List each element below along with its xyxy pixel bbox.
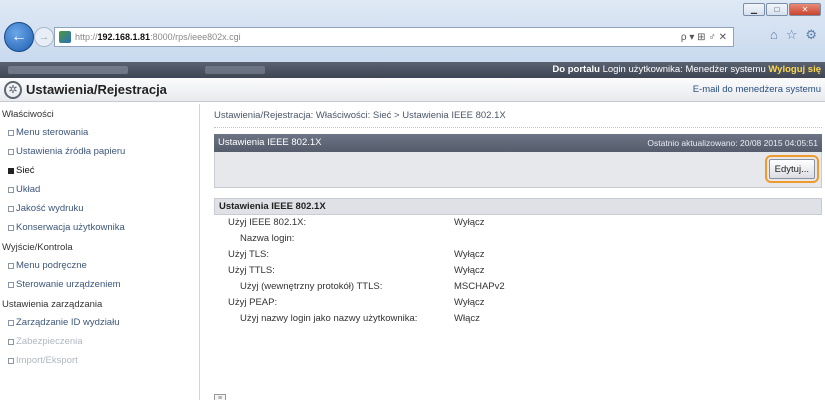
sidebar-group-ustawienia-zarzadzania: Ustawienia zarządzania: [2, 299, 103, 310]
portal-bar: Do portalu Login użytkownika: Menedżer s…: [0, 62, 825, 78]
login-user-label: Login użytkownika: Menedżer systemu: [602, 64, 766, 75]
sidebar-item-zarzadzanie-id[interactable]: Zarządzanie ID wydziału: [0, 313, 199, 332]
device-name-blurred: [8, 66, 128, 74]
setting-row: Użyj nazwy login jako nazwy użytkownika:…: [228, 311, 822, 327]
browser-chrome: ▁ □ ✕ ← → http://192.168.1.81:8000/rps/i…: [0, 0, 825, 62]
address-tools[interactable]: ρ ▾ ⊞ ♂ ✕: [554, 27, 734, 47]
site-icon: [59, 31, 71, 43]
panel-title: Ustawienia IEEE 802.1X: [218, 137, 322, 148]
panel-toolbar: Edytuj...: [214, 152, 822, 188]
setting-value: Włącz: [454, 313, 480, 324]
setting-row: Użyj TTLS: Wyłącz: [228, 263, 822, 279]
sidebar-item-import-eksport[interactable]: Import/Eksport: [0, 351, 199, 370]
sidebar-item-menu-podreczne[interactable]: Menu podręczne: [0, 256, 199, 275]
setting-label: Użyj nazwy login jako nazwy użytkownika:: [240, 313, 418, 324]
setting-label: Użyj IEEE 802.1X:: [228, 217, 307, 228]
main-content: Ustawienia/Rejestracja: Właściwości: Sie…: [214, 104, 822, 400]
sidebar: Właściwości Menu sterowania Ustawienia ź…: [0, 104, 200, 400]
sidebar-item-uklad[interactable]: Układ: [0, 180, 199, 199]
logout-link[interactable]: Wyloguj się: [768, 64, 821, 75]
window-controls: ▁ □ ✕: [743, 3, 821, 16]
sidebar-item-menu-sterowania[interactable]: Menu sterowania: [0, 123, 199, 142]
page-title: Ustawienia/Rejestracja: [26, 82, 167, 97]
setting-row: Użyj IEEE 802.1X: Wyłącz: [228, 215, 822, 231]
browser-toolbar-icons: ⌂ ☆ ⚙: [770, 27, 817, 43]
setting-value: Wyłącz: [454, 217, 485, 228]
sidebar-group-wlasciwosci: Właściwości: [2, 109, 54, 120]
address-bar[interactable]: http://192.168.1.81:8000/rps/ieee802x.cg…: [54, 27, 554, 47]
setting-row: Użyj TLS: Wyłącz: [228, 247, 822, 263]
sidebar-item-sterowanie-urzadzeniem[interactable]: Sterowanie urządzeniem: [0, 275, 199, 294]
sidebar-item-zrodlo-papieru[interactable]: Ustawienia źródła papieru: [0, 142, 199, 161]
forward-button[interactable]: →: [34, 27, 54, 47]
edit-button[interactable]: Edytuj...: [768, 159, 815, 179]
portal-user-area: Do portalu Login użytkownika: Menedżer s…: [552, 62, 821, 78]
section-header: Ustawienia IEEE 802.1X: [214, 198, 822, 215]
search-refresh-stop-icons[interactable]: ρ ▾ ⊞ ♂ ✕: [681, 32, 727, 43]
sidebar-group-wyjscie-kontrola: Wyjście/Kontrola: [2, 242, 73, 253]
star-icon[interactable]: ☆: [786, 27, 798, 43]
page-header: ✲ Ustawienia/Rejestracja E-mail do mened…: [0, 78, 825, 102]
setting-row: Nazwa login:: [228, 231, 822, 247]
url-text: http://192.168.1.81:8000/rps/ieee802x.cg…: [75, 32, 241, 42]
product-name-blurred: [205, 66, 265, 74]
breadcrumb: Ustawienia/Rejestracja: Właściwości: Sie…: [214, 104, 822, 128]
mail-admin-link[interactable]: E-mail do menedżera systemu: [693, 84, 821, 95]
settings-gear-icon: ✲: [4, 81, 22, 99]
edit-button-highlight: Edytuj...: [764, 155, 819, 183]
sidebar-item-jakosc-wydruku[interactable]: Jakość wydruku: [0, 199, 199, 218]
setting-label: Użyj TLS:: [228, 249, 270, 260]
setting-row: Użyj PEAP: Wyłącz: [228, 295, 822, 311]
last-updated: Ostatnio aktualizowano: 20/08 2015 04:05…: [647, 138, 818, 148]
setting-label: Użyj PEAP:: [228, 297, 278, 308]
panel-header: Ustawienia IEEE 802.1X Ostatnio aktualiz…: [214, 134, 822, 152]
setting-row: Użyj (wewnętrzny protokół) TTLS: MSCHAPv…: [228, 279, 822, 295]
setting-label: Użyj (wewnętrzny protokół) TTLS:: [240, 281, 383, 292]
setting-value: Wyłącz: [454, 249, 485, 260]
setting-value: Wyłącz: [454, 265, 485, 276]
sidebar-item-siec[interactable]: Sieć: [0, 161, 199, 180]
setting-label: Użyj TTLS:: [228, 265, 275, 276]
close-window-button[interactable]: ✕: [789, 3, 821, 16]
settings-list: Użyj IEEE 802.1X: Wyłącz Nazwa login: Uż…: [214, 215, 822, 327]
page-top-icon[interactable]: ≡: [214, 394, 226, 400]
to-portal-link[interactable]: Do portalu: [552, 64, 600, 75]
minimize-button[interactable]: ▁: [743, 3, 765, 16]
back-button[interactable]: ←: [4, 22, 34, 52]
setting-value: MSCHAPv2: [454, 281, 505, 292]
sidebar-item-zabezpieczenia[interactable]: Zabezpieczenia: [0, 332, 199, 351]
gear-icon[interactable]: ⚙: [805, 27, 817, 43]
home-icon[interactable]: ⌂: [770, 27, 778, 43]
sidebar-item-konserwacja[interactable]: Konserwacja użytkownika: [0, 218, 199, 237]
maximize-button[interactable]: □: [766, 3, 788, 16]
setting-label: Nazwa login:: [240, 233, 295, 244]
setting-value: Wyłącz: [454, 297, 485, 308]
